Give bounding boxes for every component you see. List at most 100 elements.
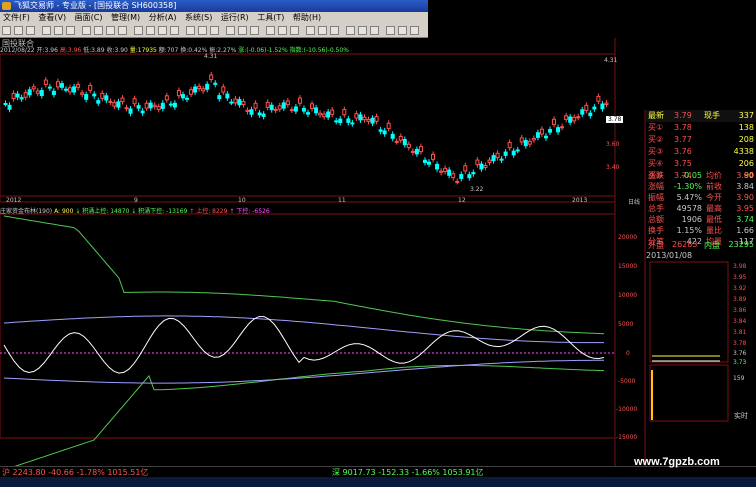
- candle-body: [176, 90, 181, 97]
- band-lower-outer-line: [3, 364, 605, 471]
- candle-body: [427, 161, 431, 165]
- candle-body: [257, 112, 262, 116]
- candle-body: [59, 83, 64, 88]
- candle-body: [205, 83, 210, 90]
- outer-value: 26283: [672, 240, 698, 249]
- stat-label: 总手: [648, 204, 664, 213]
- candle-body: [281, 102, 286, 109]
- candle-body: [568, 116, 573, 123]
- candle-body: [346, 118, 351, 123]
- candle-body: [552, 118, 557, 125]
- candle-body: [390, 133, 395, 139]
- candle-body: [249, 109, 254, 115]
- candle-body: [511, 150, 516, 156]
- indicator-axis-label: -15000: [616, 434, 638, 441]
- band-lower-inner-line: [3, 359, 604, 384]
- candle-body: [382, 130, 387, 135]
- watermark-text: www.7gpzb.com: [634, 456, 720, 468]
- candle-body: [435, 163, 440, 170]
- candle-body: [92, 93, 97, 97]
- stat-label: 最高: [706, 204, 722, 213]
- candle-body: [592, 106, 597, 110]
- candle-body: [410, 150, 415, 153]
- indicator-a: A: 900: [54, 208, 74, 215]
- stat-row: 振幅 5.47% 今开 3.90: [646, 192, 756, 203]
- bid-label: 买①: [648, 123, 664, 132]
- candle-body: [531, 137, 536, 141]
- candle-body: [189, 89, 194, 95]
- indicator-up-ctl: ↑ 上控: 8229: [189, 208, 228, 215]
- candle-body: [548, 129, 552, 133]
- candle-body: [370, 117, 375, 124]
- candle-body: [68, 87, 73, 93]
- bid-row: 买① 3.78 138: [646, 122, 756, 134]
- chart-canvas[interactable]: [0, 0, 756, 487]
- inner-value: 23295: [728, 240, 754, 249]
- candle-body: [172, 102, 177, 108]
- candle-body: [306, 112, 310, 115]
- indicator-axis-label: 15000: [618, 263, 638, 270]
- candle-body: [342, 109, 347, 116]
- stat-value: 5.47%: [676, 193, 702, 202]
- candle-body: [104, 95, 109, 101]
- candle-body: [140, 110, 145, 114]
- candle-body: [439, 170, 444, 173]
- bid-label: 买②: [648, 135, 664, 144]
- bid-row: 买③ 3.76 4338: [646, 146, 756, 158]
- latest-price: 3.79: [674, 111, 692, 120]
- candle-body: [527, 140, 532, 145]
- candle-body: [310, 103, 315, 110]
- candle-body: [15, 93, 20, 98]
- candle-body: [297, 97, 302, 104]
- candle-body: [394, 140, 399, 143]
- mini-axis-label: 3.81: [733, 329, 747, 336]
- period-label[interactable]: 日线: [628, 197, 640, 206]
- stat-row: 总额 1906 最低 3.74: [646, 214, 756, 225]
- candle-body: [560, 126, 565, 129]
- candle-body: [265, 101, 270, 108]
- candle-body: [422, 159, 427, 163]
- candle-body: [261, 113, 266, 117]
- indicator-lower: ↓ 积涌下控: -13169: [131, 208, 188, 215]
- stat-row: 换手 1.15% 量比 1.66: [646, 225, 756, 236]
- candle-body: [160, 102, 165, 109]
- candle-body: [374, 116, 379, 122]
- candle-body: [604, 102, 609, 105]
- candle-body: [503, 151, 508, 156]
- price-low-label: 3.22: [470, 186, 484, 193]
- price-axis-label: 3.60: [606, 141, 620, 148]
- candle-body: [136, 105, 141, 109]
- candle-body: [334, 120, 339, 123]
- candle-body: [507, 141, 512, 149]
- mini-axis-label: 3.76: [733, 350, 747, 357]
- candle-body: [584, 104, 589, 111]
- candle-body: [451, 173, 456, 179]
- candle-body: [277, 105, 282, 110]
- candle-body: [378, 129, 383, 132]
- time-label: 10: [238, 197, 246, 204]
- candle-body: [402, 139, 407, 146]
- candle-body: [7, 104, 12, 110]
- candle-body: [491, 155, 496, 162]
- info-high: 高:3.96: [59, 47, 82, 54]
- candle-body: [27, 89, 32, 96]
- stat-label: 振幅: [648, 193, 664, 202]
- candle-body: [600, 103, 605, 110]
- price-axis-label: 3.40: [606, 164, 620, 171]
- stat-label: 今开: [706, 193, 722, 202]
- stat-value: -0.05: [681, 171, 702, 180]
- candle-body: [229, 101, 234, 104]
- stat-row: 涨跌 -0.05 均价 3.84: [646, 170, 756, 181]
- candle-body: [326, 111, 331, 118]
- mini-axis-label: 3.92: [733, 285, 747, 292]
- realtime-tab[interactable]: 实时: [734, 411, 748, 421]
- mini-axis-label: 3.84: [733, 318, 747, 325]
- stat-label: 量比: [706, 226, 722, 235]
- stat-value: 1906: [681, 215, 702, 224]
- candle-body: [112, 102, 117, 107]
- candle-body: [128, 108, 133, 114]
- time-label: 11: [338, 197, 346, 204]
- candle-body: [3, 103, 8, 105]
- candle-body: [233, 98, 238, 104]
- candle-body: [515, 149, 520, 152]
